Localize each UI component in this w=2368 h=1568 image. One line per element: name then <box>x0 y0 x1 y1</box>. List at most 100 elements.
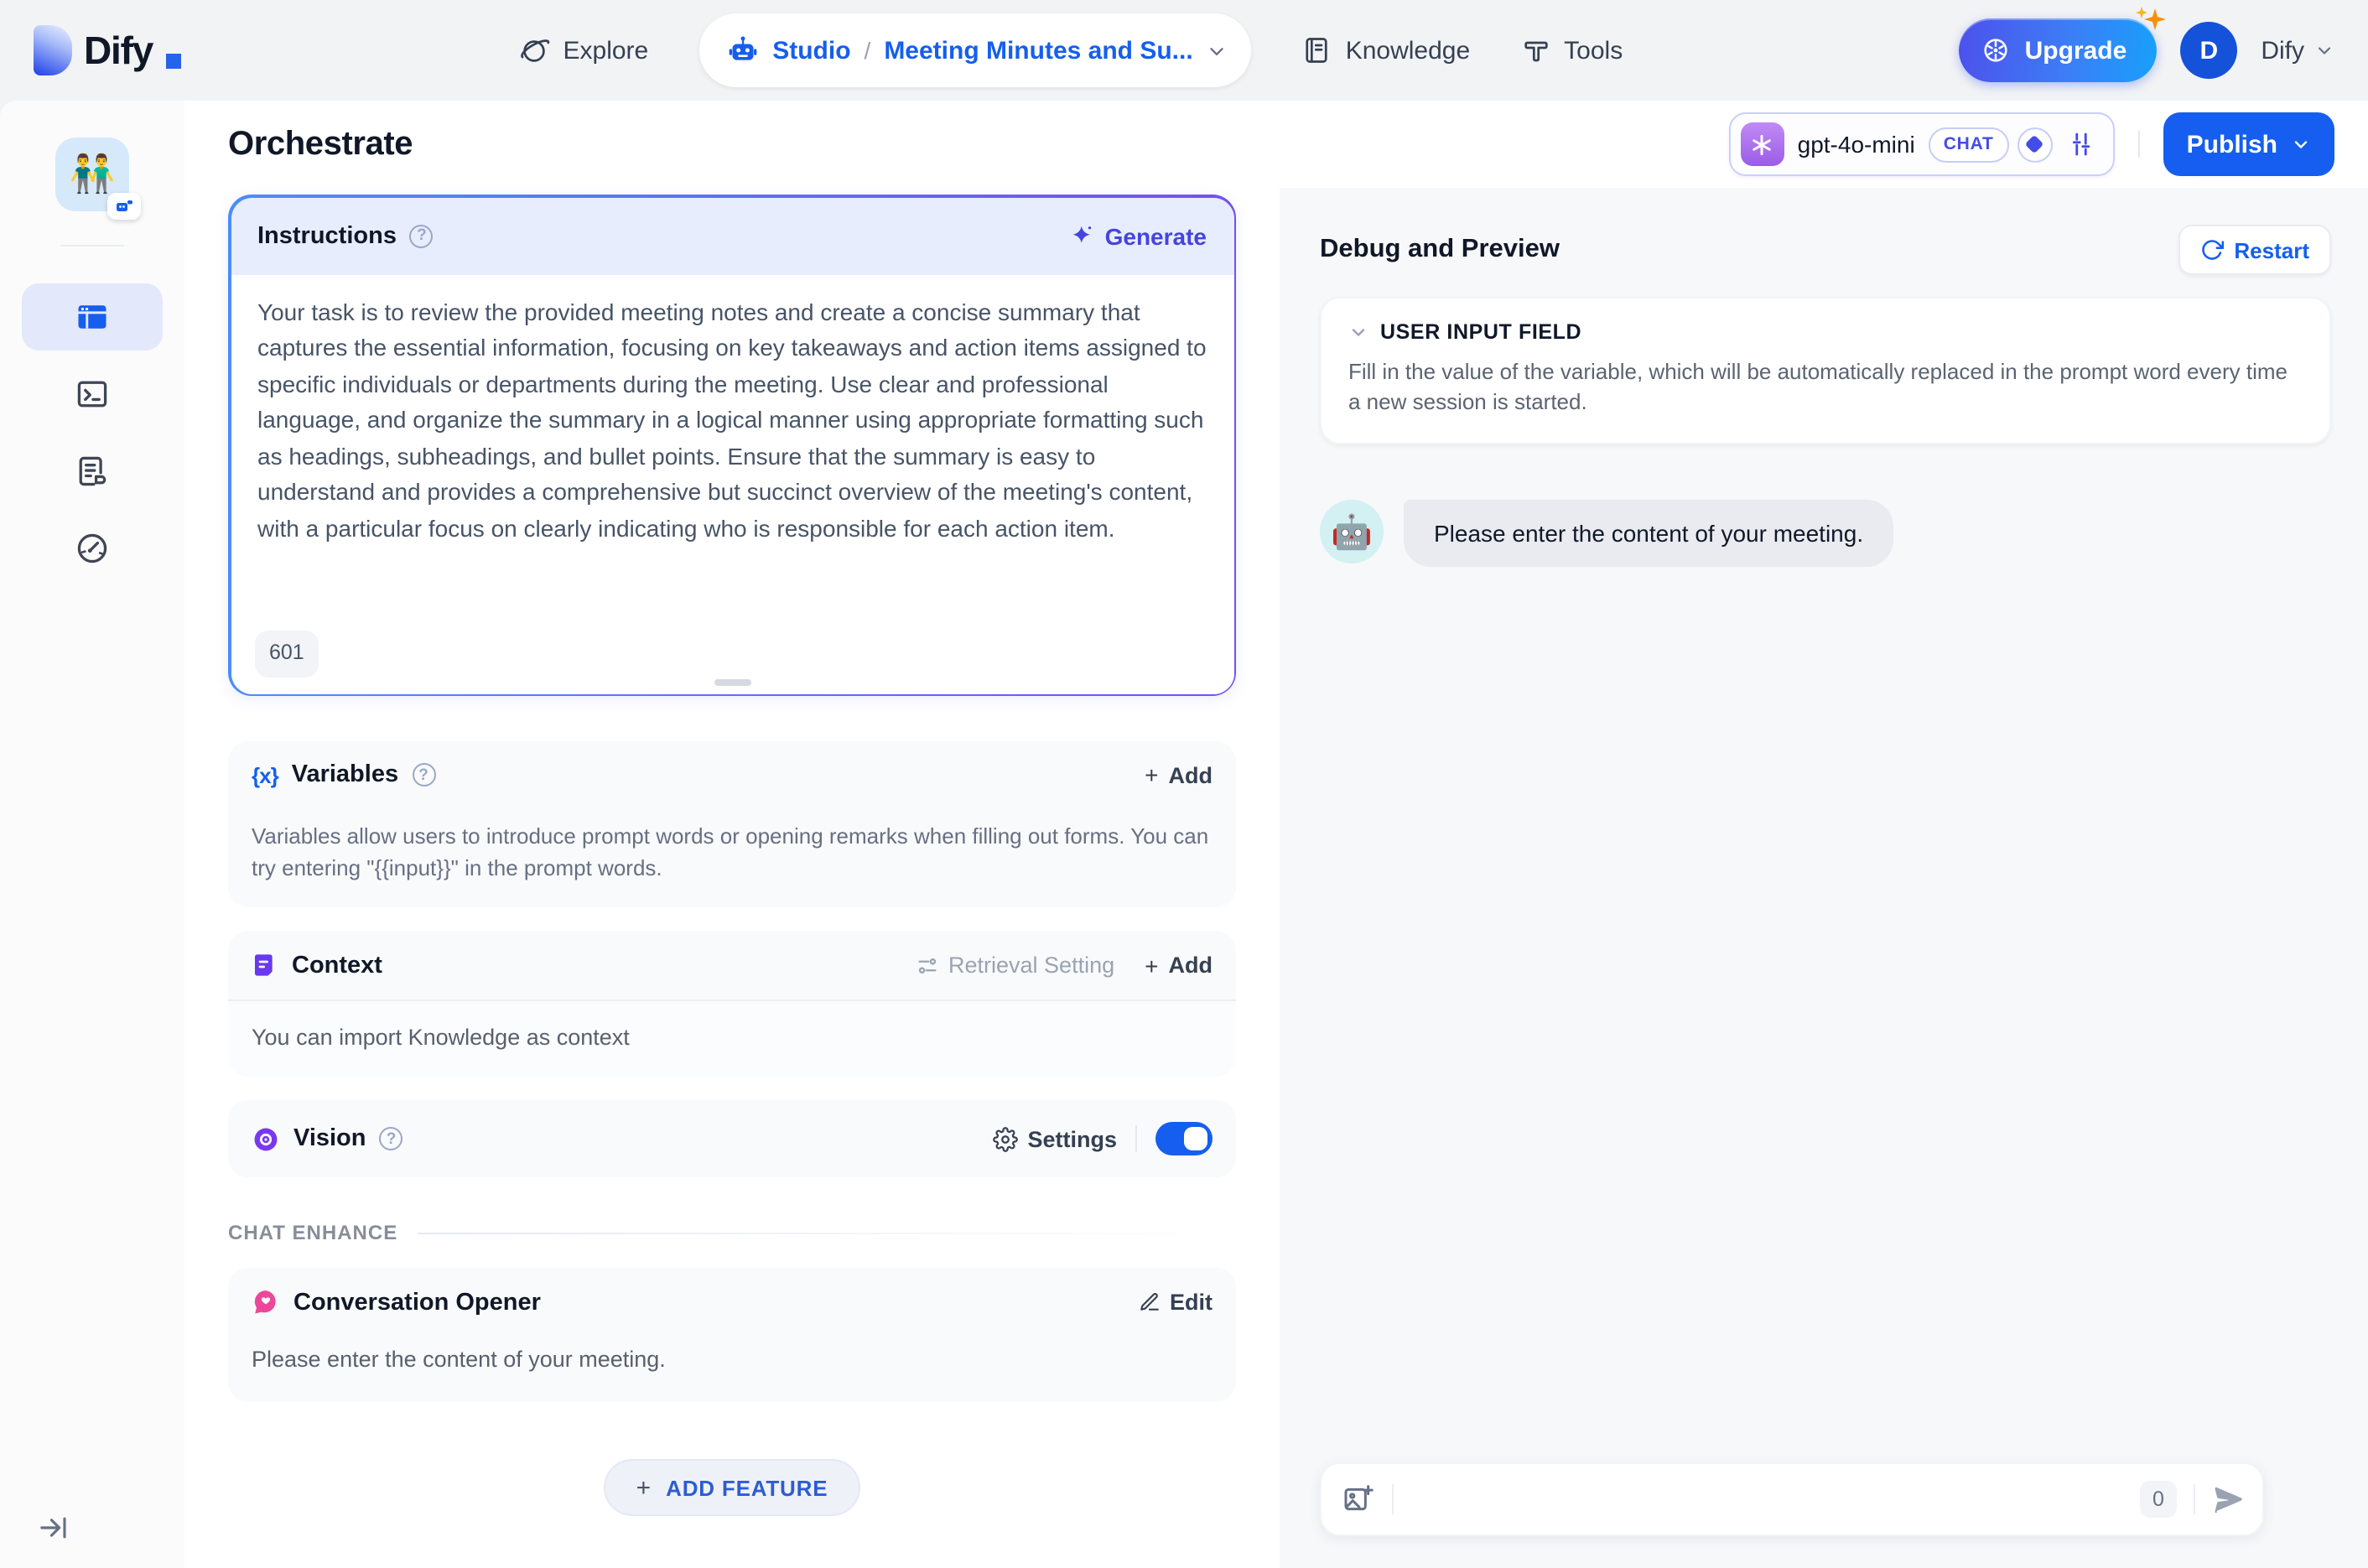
gem-icon <box>1981 35 2012 65</box>
app-icon[interactable]: 👬 <box>55 138 141 220</box>
main-area: Orchestrate gpt-4o-mini CHAT Publish Ins… <box>184 101 2368 1568</box>
topbar-divider <box>2137 131 2140 158</box>
context-header: Context Retrieval Setting + Add <box>228 931 1236 1001</box>
orchestrate-window-icon <box>74 299 111 335</box>
expand-right-icon <box>37 1511 70 1545</box>
dify-logo-text: Dify <box>84 28 153 71</box>
sidebar-expand-toggle[interactable] <box>37 1511 70 1545</box>
retrieval-setting-button[interactable]: Retrieval Setting <box>915 953 1114 978</box>
context-description: You can import Knowledge as context <box>228 1001 1236 1077</box>
chat-message-row: 🤖 Please enter the content of your meeti… <box>1320 500 2331 567</box>
model-feature-badge-icon <box>2017 127 2053 162</box>
opener-title: Conversation Opener <box>293 1289 541 1316</box>
send-icon[interactable] <box>2212 1482 2246 1516</box>
variables-icon: {x} <box>252 762 279 787</box>
account-menu[interactable]: Dify <box>2261 36 2334 65</box>
model-selector[interactable]: gpt-4o-mini CHAT <box>1728 112 2115 176</box>
upgrade-label: Upgrade <box>2024 36 2127 65</box>
nav-tools[interactable]: Tools <box>1520 35 1623 65</box>
planet-icon <box>518 34 550 66</box>
chat-message-input[interactable] <box>1410 1486 2123 1513</box>
instructions-editor[interactable]: Your task is to review the provided meet… <box>231 274 1233 693</box>
context-add-button[interactable]: + Add <box>1145 952 1213 979</box>
model-name: gpt-4o-mini <box>1797 131 1915 158</box>
user-input-field-title: USER INPUT FIELD <box>1380 320 1582 344</box>
hammer-icon <box>1520 35 1550 65</box>
orchestrate-topbar: Orchestrate gpt-4o-mini CHAT Publish <box>184 101 2368 188</box>
restart-button[interactable]: Restart <box>2178 225 2331 275</box>
studio-breadcrumb-pill[interactable]: Studio / Meeting Minutes and Su... <box>698 13 1252 87</box>
help-icon[interactable]: ? <box>412 763 436 787</box>
chevron-down-icon[interactable] <box>1207 39 1228 61</box>
model-params-icon[interactable] <box>2066 129 2096 159</box>
nav-knowledge-label: Knowledge <box>1345 36 1471 65</box>
conversation-opener-section: Conversation Opener Edit Please enter th… <box>228 1268 1236 1402</box>
header-right: Upgrade D Dify <box>1959 7 2334 82</box>
retrieval-icon <box>915 953 938 977</box>
sparkle-icon <box>1070 223 1095 248</box>
opener-header: Conversation Opener Edit <box>228 1268 1236 1337</box>
user-input-field-description: Fill in the value of the variable, which… <box>1348 359 2288 414</box>
breadcrumb-separator: / <box>864 37 871 64</box>
help-icon[interactable]: ? <box>409 224 434 247</box>
add-feature-button[interactable]: + ADD FEATURE <box>604 1459 860 1516</box>
variables-section: {x} Variables ? + Add Variables allow us… <box>228 741 1236 907</box>
nav-explore[interactable]: Explore <box>518 34 648 66</box>
variables-header: {x} Variables ? + Add <box>228 741 1236 808</box>
user-input-field-card: USER INPUT FIELD Fill in the value of th… <box>1320 297 2331 444</box>
dify-logo-underscore <box>166 53 182 68</box>
gauge-icon <box>74 530 111 567</box>
eye-icon <box>252 1124 280 1153</box>
sidebar-item-orchestrate[interactable] <box>22 283 163 350</box>
vision-settings-button[interactable]: Settings <box>992 1126 1117 1151</box>
instructions-header: Instructions ? Generate <box>231 197 1233 274</box>
context-add-label: Add <box>1168 953 1213 978</box>
chat-input-bar[interactable]: 0 <box>1320 1462 2264 1536</box>
resize-handle[interactable] <box>714 678 750 685</box>
chatbot-badge-icon <box>107 193 141 220</box>
vision-toggle[interactable] <box>1155 1122 1213 1155</box>
instructions-panel: Instructions ? Generate Your task is to … <box>228 195 1236 696</box>
opener-edit-button[interactable]: Edit <box>1138 1290 1213 1315</box>
nav-knowledge[interactable]: Knowledge <box>1302 35 1470 65</box>
user-avatar[interactable]: D <box>2180 22 2238 79</box>
bot-message-bubble: Please enter the content of your meeting… <box>1404 500 1894 567</box>
sidebar-item-logs[interactable] <box>22 438 163 505</box>
plus-icon: + <box>1145 952 1159 979</box>
sidebar-item-prompt-log[interactable] <box>22 361 163 428</box>
opener-edit-label: Edit <box>1170 1290 1213 1315</box>
vision-title: Vision <box>293 1125 366 1152</box>
sidebar-item-monitoring[interactable] <box>22 515 163 582</box>
document-icon <box>252 951 278 979</box>
app-emoji: 👬 <box>69 153 116 195</box>
restart-label: Restart <box>2234 237 2309 262</box>
publish-button[interactable]: Publish <box>2163 112 2334 176</box>
plus-icon: + <box>636 1473 652 1502</box>
image-add-icon[interactable] <box>1342 1482 1375 1516</box>
user-input-field-header[interactable]: USER INPUT FIELD <box>1348 320 2303 344</box>
instructions-text[interactable]: Your task is to review the provided meet… <box>257 294 1207 547</box>
dify-logo[interactable]: Dify <box>34 25 182 75</box>
dify-app: Dify Explore Studio / Meeting Minutes an… <box>0 0 2368 1568</box>
app-header: Dify Explore Studio / Meeting Minutes an… <box>0 0 2368 101</box>
config-panel: Instructions ? Generate Your task is to … <box>184 188 1280 1568</box>
chevron-down-icon <box>2314 40 2334 60</box>
vision-section: Vision ? Settings <box>228 1100 1236 1177</box>
debug-spacer <box>1320 567 2331 1462</box>
help-icon[interactable]: ? <box>379 1127 403 1150</box>
upgrade-button[interactable]: Upgrade <box>1959 7 2167 82</box>
variables-add-button[interactable]: + Add <box>1145 761 1213 788</box>
log-document-icon <box>74 453 111 490</box>
debug-title: Debug and Preview <box>1320 235 1560 263</box>
char-count-badge: 601 <box>254 631 319 677</box>
variables-description: Variables allow users to introduce promp… <box>252 823 1209 880</box>
sparkle-icon <box>2130 2 2170 42</box>
breadcrumb-app-name[interactable]: Meeting Minutes and Su... <box>884 36 1192 65</box>
openai-logo-icon <box>1740 122 1784 166</box>
context-title: Context <box>292 952 382 979</box>
breadcrumb-studio[interactable]: Studio <box>772 36 850 65</box>
generate-button[interactable]: Generate <box>1070 222 1207 249</box>
variables-add-label: Add <box>1168 762 1213 787</box>
header-nav: Explore Studio / Meeting Minutes and Su.… <box>181 13 1960 87</box>
publish-label: Publish <box>2186 130 2277 158</box>
